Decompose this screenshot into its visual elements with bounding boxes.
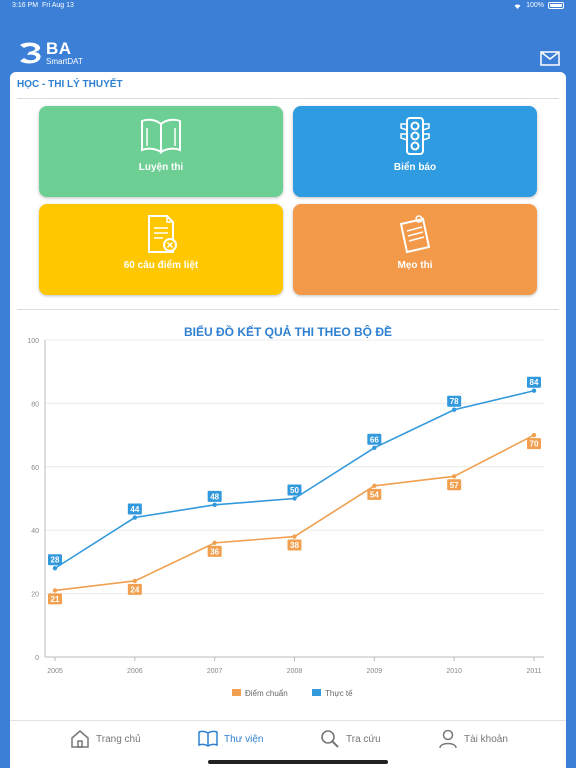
data-label: 54 bbox=[370, 490, 379, 499]
legend-label: Thực tế bbox=[325, 689, 353, 698]
data-label: 44 bbox=[130, 505, 139, 514]
nav-account[interactable]: Tài khoản bbox=[438, 729, 508, 749]
data-point bbox=[451, 407, 457, 412]
result-chart: 0 20 40 60 80 100 2005 2006 2007 2008 2009 2010 2011… bbox=[27, 338, 544, 698]
data-point bbox=[212, 540, 217, 546]
tile-bien-bao[interactable]: Biển báo bbox=[293, 106, 537, 197]
y-tick-label: 40 bbox=[31, 528, 39, 535]
data-point bbox=[132, 515, 138, 520]
y-tick-label: 0 bbox=[35, 655, 39, 662]
data-point bbox=[372, 483, 377, 489]
bottom-nav: Trang chủ Thư viện Tra cứu Tài khoản bbox=[10, 720, 566, 768]
data-point bbox=[292, 496, 297, 501]
x-tick-label: 2007 bbox=[207, 668, 223, 675]
y-tick-label: 80 bbox=[31, 401, 39, 408]
data-label: 28 bbox=[51, 556, 60, 565]
x-tick-label: 2010 bbox=[446, 668, 462, 675]
brand-name: BA bbox=[46, 39, 72, 58]
tile-label: Mẹo thi bbox=[397, 260, 433, 271]
nav-search[interactable]: Tra cứu bbox=[320, 729, 381, 749]
logo-mark-icon bbox=[20, 42, 41, 64]
data-point bbox=[212, 502, 217, 508]
main-panel: HỌC - THI LÝ THUYẾT Luyện thi Biển báo 6… bbox=[10, 72, 566, 720]
notepad-icon bbox=[399, 215, 431, 254]
data-point bbox=[132, 578, 138, 584]
divider bbox=[17, 309, 559, 310]
data-point bbox=[292, 534, 297, 539]
series-line bbox=[54, 434, 535, 592]
data-point bbox=[372, 445, 377, 450]
divider bbox=[17, 98, 559, 99]
data-point bbox=[531, 388, 537, 393]
tile-meo-thi[interactable]: Mẹo thi bbox=[293, 204, 537, 295]
data-label: 50 bbox=[290, 486, 299, 495]
tile-60-cau-diem-liet[interactable]: 60 câu điểm liệt bbox=[39, 204, 283, 295]
tile-luyen-thi[interactable]: Luyện thi bbox=[39, 106, 283, 197]
brand-logo: BA SmartDAT bbox=[18, 40, 83, 66]
nav-label: Tài khoản bbox=[464, 733, 508, 745]
data-label: 21 bbox=[51, 595, 60, 604]
data-point bbox=[52, 566, 58, 571]
home-icon bbox=[71, 730, 89, 748]
data-label: 84 bbox=[530, 378, 539, 387]
nav-home[interactable]: Trang chủ bbox=[70, 729, 141, 749]
y-tick-label: 20 bbox=[31, 592, 39, 599]
battery-icon bbox=[548, 2, 564, 9]
data-point bbox=[451, 474, 457, 479]
x-tick-label: 2005 bbox=[47, 668, 63, 675]
data-label: 24 bbox=[130, 585, 139, 594]
data-label: 66 bbox=[370, 435, 379, 444]
library-book-icon bbox=[198, 730, 218, 747]
data-label: 36 bbox=[210, 547, 219, 556]
x-tick-label: 2008 bbox=[287, 668, 303, 675]
data-label: 78 bbox=[450, 397, 459, 406]
battery-percent: 100% bbox=[526, 2, 544, 9]
y-tick-label: 100 bbox=[27, 338, 39, 345]
nav-library[interactable]: Thư viện bbox=[198, 729, 264, 749]
legend-swatch bbox=[232, 689, 241, 696]
document-x-icon bbox=[148, 215, 177, 253]
x-tick-label: 2006 bbox=[127, 668, 143, 675]
tile-label: 60 câu điểm liệt bbox=[123, 260, 199, 271]
data-label: 48 bbox=[210, 492, 219, 501]
wifi-icon bbox=[514, 3, 521, 9]
user-icon bbox=[439, 729, 457, 749]
brand-sub: SmartDAT bbox=[46, 57, 83, 66]
nav-label: Trang chủ bbox=[96, 733, 141, 745]
search-icon bbox=[321, 730, 339, 748]
tile-label: Biển báo bbox=[393, 162, 437, 173]
nav-label: Tra cứu bbox=[346, 733, 381, 745]
data-label: 70 bbox=[530, 440, 539, 449]
x-tick-label: 2009 bbox=[367, 668, 383, 675]
tile-label: Luyện thi bbox=[138, 162, 184, 173]
y-tick-label: 60 bbox=[31, 465, 39, 472]
mail-icon[interactable] bbox=[540, 51, 560, 66]
data-point bbox=[52, 588, 58, 593]
status-bar: 3:16 PM Fri Aug 13 100% bbox=[0, 0, 576, 12]
legend-swatch bbox=[312, 689, 321, 696]
status-time: 3:16 PM Fri Aug 13 bbox=[12, 2, 74, 9]
section-title: HỌC - THI LÝ THUYẾT bbox=[17, 79, 123, 90]
x-tick-label: 2011 bbox=[526, 668, 541, 675]
data-label: 38 bbox=[290, 541, 299, 550]
legend-label: Điểm chuẩn bbox=[245, 689, 288, 698]
home-indicator bbox=[208, 760, 388, 764]
book-icon bbox=[141, 118, 181, 154]
status-right: 100% bbox=[513, 2, 564, 9]
data-label: 57 bbox=[450, 481, 459, 490]
data-point bbox=[531, 432, 537, 438]
app-header: BA SmartDAT bbox=[0, 12, 576, 72]
nav-label: Thư viện bbox=[224, 733, 264, 745]
traffic-light-icon bbox=[400, 117, 430, 155]
